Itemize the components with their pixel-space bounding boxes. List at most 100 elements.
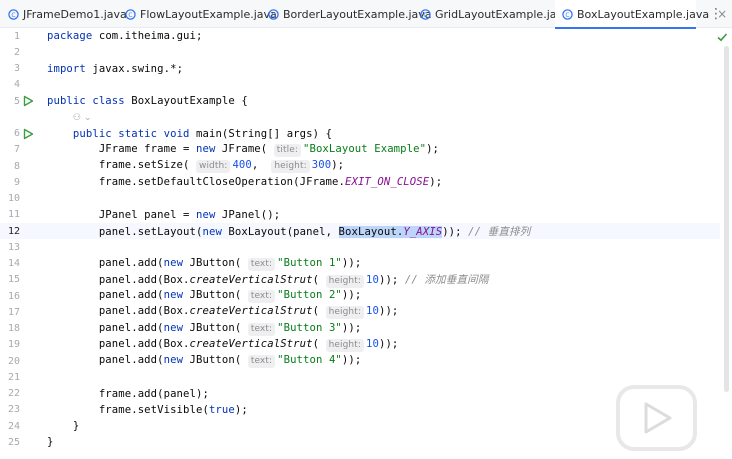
code-token: BoxLayout. [338, 225, 404, 238]
code-token: main(String[] args) { [189, 127, 333, 140]
line-number: 16 [7, 290, 20, 302]
line-number: 13 [7, 241, 20, 253]
code-text: public static void main(String[] args) { [47, 128, 332, 140]
code-token: com.itheima.gui; [92, 30, 203, 43]
line-number: 19 [7, 339, 20, 351]
code-token: 300 [311, 159, 332, 172]
code-comment: // 添加垂直间隔 [404, 273, 489, 286]
line-number: 22 [7, 388, 20, 400]
code-line[interactable]: 3 import javax.swing.*; [0, 61, 720, 77]
code-text: panel.add(Box.createVerticalStrut( heigh… [47, 338, 398, 352]
code-token: )); [378, 305, 399, 318]
code-token: ); [429, 176, 443, 189]
code-line[interactable]: 19 panel.add(Box.createVerticalStrut( he… [0, 337, 720, 353]
code-line[interactable]: 8 frame.setSize( width: 400, height: 300); [0, 158, 720, 174]
code-line[interactable]: 15 panel.add(Box.createVerticalStrut( he… [0, 272, 720, 288]
code-text: frame.setVisible(true); [47, 404, 248, 416]
code-line[interactable]: 24 } [0, 418, 720, 434]
code-token: public static void [72, 127, 190, 140]
tab-gridlayoutexample[interactable]: C GridLayoutExample.java [420, 0, 570, 28]
code-line[interactable]: 10 [0, 191, 720, 207]
code-token: new [163, 321, 184, 334]
parameter-hint: text: [247, 257, 276, 271]
run-gutter-icon[interactable] [22, 95, 34, 107]
code-text: } [47, 420, 79, 432]
code-token: new [163, 289, 184, 302]
code-line[interactable]: 23 frame.setVisible(true); [0, 402, 720, 418]
line-number: 23 [7, 404, 20, 416]
code-token: )); [378, 273, 405, 286]
code-line[interactable]: 11 JPanel panel = new JPanel(); [0, 207, 720, 223]
code-token: frame.add(panel); [47, 387, 209, 400]
string-literal: "Button 1" [277, 256, 342, 269]
code-token: BoxLayout(panel, [221, 225, 339, 238]
code-token: panel.add( [47, 289, 164, 302]
code-line[interactable]: 7 JFrame frame = new JFrame( title: "BoxL… [0, 142, 720, 158]
code-token: )); [378, 337, 399, 350]
tab-jframedemo1[interactable]: C JFrameDemo1.java [4, 0, 127, 28]
code-text: import javax.swing.*; [47, 63, 183, 75]
code-line[interactable]: 17 panel.add(Box.createVerticalStrut( he… [0, 304, 720, 320]
code-token: public class [47, 95, 125, 108]
code-vision-hint: ⚇ ⌄ [72, 113, 92, 124]
code-line[interactable]: 5 public class BoxLayoutExample { [0, 93, 720, 109]
line-number: 1 [13, 30, 20, 42]
code-token: ); [331, 159, 345, 172]
code-line[interactable]: 12 panel.setLayout(new BoxLayout(panel, … [0, 223, 720, 240]
code-token: true [208, 403, 235, 416]
code-token: JButton( [183, 256, 248, 269]
code-text: panel.setLayout(new BoxLayout(panel, Box… [47, 224, 530, 239]
code-token: panel.add( [47, 256, 164, 269]
java-class-icon: C [8, 8, 19, 20]
code-line[interactable]: 13 [0, 239, 720, 255]
code-line[interactable]: 18 panel.add(new JButton( text: "Button 3… [0, 321, 720, 337]
code-line[interactable]: 4 [0, 77, 720, 93]
code-token: panel.add(Box. [47, 305, 190, 318]
code-line[interactable]: 21 [0, 369, 720, 385]
tab-borderlayoutexample[interactable]: C BorderLayoutExample.java [268, 0, 432, 28]
code-token: JButton( [183, 354, 248, 367]
tab-label: JFrameDemo1.java [23, 7, 127, 21]
code-text: JFrame frame = new JFrame( title: "BoxLay… [47, 143, 439, 157]
parameter-hint: text: [247, 355, 276, 369]
code-token: JFrame( [215, 142, 274, 155]
code-token: ( [312, 273, 326, 286]
line-number: 24 [7, 420, 20, 432]
code-line[interactable]: 20 panel.add(new JButton( text: "Button 4… [0, 353, 720, 369]
code-token: } [47, 420, 80, 433]
code-line[interactable]: 2 [0, 44, 720, 60]
code-token: new [196, 142, 216, 155]
svg-text:C: C [11, 11, 15, 18]
code-token: 10 [366, 273, 379, 286]
code-line[interactable]: 14 panel.add(new JButton( text: "Button 1… [0, 256, 720, 272]
code-line[interactable]: 22 frame.add(panel); [0, 386, 720, 402]
java-class-icon: C [268, 8, 279, 20]
code-line[interactable]: 1 package com.itheima.gui; [0, 28, 720, 44]
code-token: createVerticalStrut [189, 305, 313, 318]
line-number: 14 [7, 258, 20, 270]
code-token: )); [442, 225, 469, 238]
code-line[interactable]: 6 public static void main(String[] args)… [0, 126, 720, 142]
more-tabs-icon[interactable]: ⋮ [708, 4, 724, 24]
vertical-scrollbar[interactable] [724, 46, 729, 392]
string-literal: "BoxLayout Example" [302, 142, 427, 155]
inspection-ok-checkmark-icon[interactable] [716, 31, 728, 43]
line-number: 8 [13, 160, 20, 172]
code-token: 10 [366, 337, 379, 350]
run-gutter-icon[interactable] [22, 128, 34, 140]
code-token: , [251, 159, 272, 172]
code-token: panel.add( [47, 354, 164, 367]
code-line[interactable]: 9 frame.setDefaultCloseOperation(JFrame.… [0, 174, 720, 190]
tab-flowlayoutexample[interactable]: C FlowLayoutExample.java [125, 0, 277, 28]
tab-boxlayoutexample[interactable]: C BoxLayoutExample.java × [555, 0, 727, 29]
line-number: 10 [7, 193, 20, 205]
parameter-hint: height: [325, 274, 364, 288]
code-token: package [47, 30, 93, 43]
tab-label: BorderLayoutExample.java [283, 7, 432, 21]
code-token: createVerticalStrut [189, 337, 313, 350]
code-line[interactable]: ⚇ ⌄ [0, 109, 720, 125]
parameter-hint: text: [247, 322, 276, 336]
code-line[interactable]: 25} [0, 434, 720, 450]
code-line[interactable]: 16 panel.add(new JButton( text: "Button 2… [0, 288, 720, 304]
line-number: 12 [7, 225, 20, 237]
